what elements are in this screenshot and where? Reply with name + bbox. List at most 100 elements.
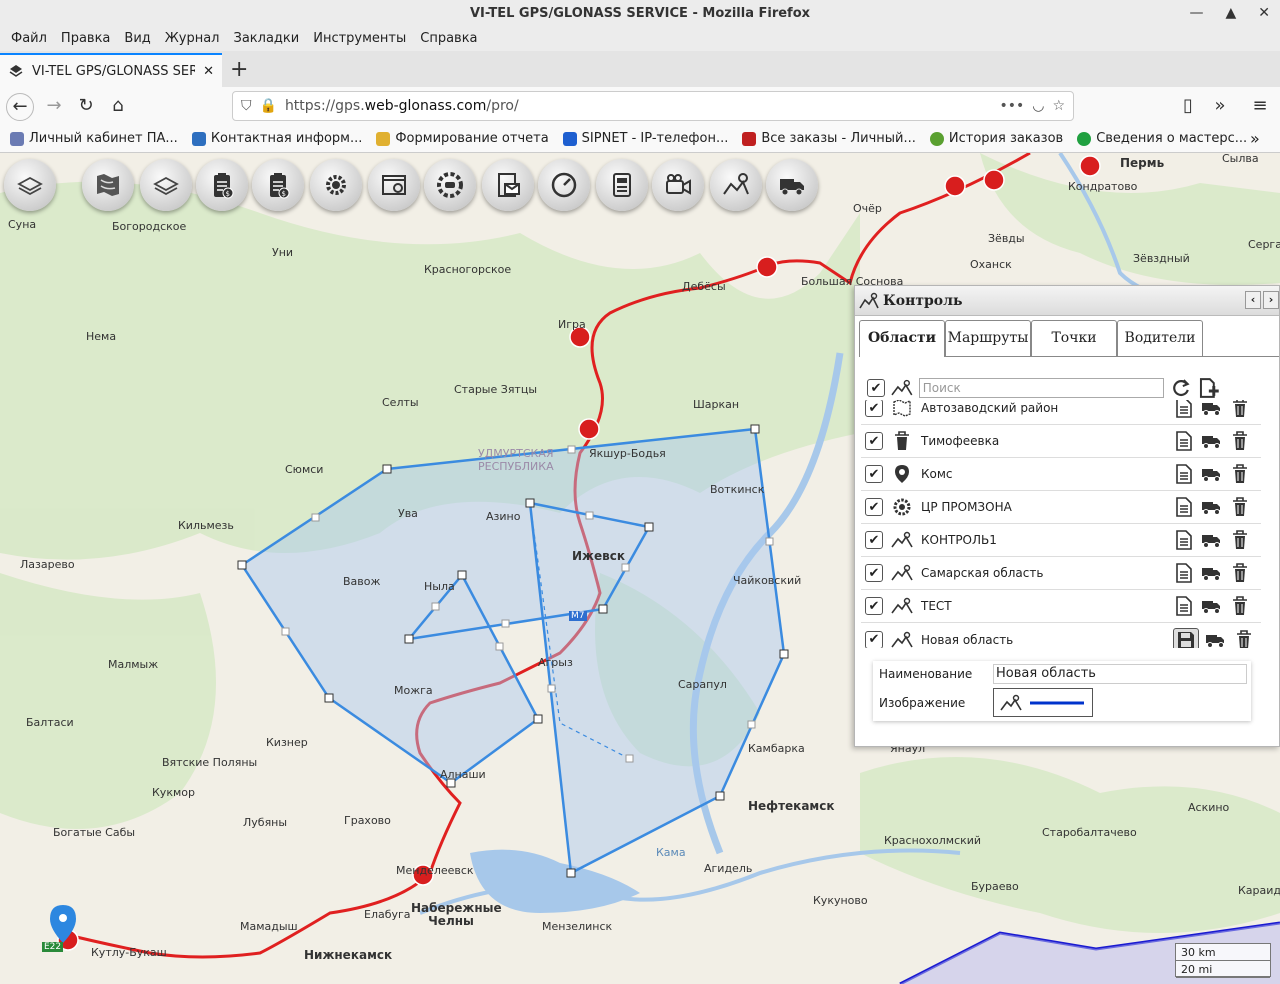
document-icon[interactable] — [1173, 463, 1195, 485]
vehicles-icon[interactable] — [1201, 562, 1223, 584]
area-name-input[interactable]: Новая область — [993, 664, 1247, 684]
report2-icon[interactable]: $ — [252, 159, 304, 211]
mail-icon[interactable] — [482, 159, 534, 211]
pocket-icon[interactable]: ◡ — [1032, 98, 1044, 114]
add-area-icon[interactable] — [1197, 377, 1220, 399]
item-checkbox[interactable]: ✔ — [865, 498, 883, 516]
map-view[interactable]: УДМУРТСКАЯ РЕСПУБЛИКА Пермь Сылва Суна Б… — [0, 153, 1280, 984]
camera-icon[interactable] — [652, 159, 704, 211]
save-icon[interactable] — [1173, 627, 1199, 648]
tab-routes[interactable]: Маршруты — [945, 320, 1031, 356]
vehicles-icon[interactable] — [1201, 496, 1223, 518]
vehicles-icon[interactable] — [1201, 400, 1223, 419]
document-icon[interactable] — [1173, 430, 1195, 452]
browser-tab[interactable]: VI-TEL GPS/GLONASS SERVICE ✕ — [0, 53, 222, 87]
image-style-selector[interactable] — [993, 688, 1093, 717]
menu-edit[interactable]: Правка — [54, 27, 117, 51]
menu-tools[interactable]: Инструменты — [306, 27, 413, 51]
item-checkbox[interactable]: ✔ — [865, 432, 883, 450]
sidebar-icon[interactable]: ▯ — [1174, 93, 1202, 121]
speedometer-icon[interactable] — [538, 159, 590, 211]
new-tab-icon[interactable]: + — [230, 57, 248, 82]
tab-points[interactable]: Точки — [1031, 320, 1117, 356]
maximize-icon[interactable]: ▲ — [1225, 0, 1236, 27]
settings-icon[interactable] — [310, 159, 362, 211]
vehicles-icon[interactable] — [1201, 430, 1223, 452]
bookmark-item[interactable]: Контактная информ... — [191, 131, 362, 146]
bookmark-star-icon[interactable]: ☆ — [1052, 98, 1065, 114]
menu-help[interactable]: Справка — [413, 27, 484, 51]
menu-bookmarks[interactable]: Закладки — [227, 27, 307, 51]
layers-icon[interactable] — [4, 159, 56, 211]
minimize-icon[interactable]: — — [1189, 0, 1203, 27]
lock-icon[interactable]: 🔒 — [260, 98, 277, 114]
geozone-icon[interactable] — [710, 159, 762, 211]
hamburger-menu-icon[interactable]: ≡ — [1246, 93, 1274, 121]
menu-file[interactable]: Файл — [4, 27, 54, 51]
list-item-editing[interactable]: ✔ Новая область — [861, 623, 1261, 648]
tab-areas[interactable]: Области — [859, 320, 945, 357]
tab-close-icon[interactable]: ✕ — [203, 64, 214, 79]
layers2-icon[interactable] — [140, 159, 192, 211]
bookmark-item[interactable]: Личный кабинет ПА... — [10, 131, 178, 146]
trash-icon[interactable] — [1229, 400, 1251, 419]
forward-icon[interactable]: → — [40, 93, 68, 121]
item-checkbox[interactable]: ✔ — [865, 400, 883, 417]
vehicles-icon[interactable] — [1201, 595, 1223, 617]
trash-icon[interactable] — [1229, 430, 1251, 452]
document-icon[interactable] — [1173, 562, 1195, 584]
bookmark-item[interactable]: Все заказы - Личный... — [742, 131, 916, 146]
url-text[interactable]: https://gps.web-glonass.com/pro/ — [285, 98, 992, 114]
close-icon[interactable]: ✕ — [1258, 0, 1270, 27]
device-icon[interactable] — [596, 159, 648, 211]
vehicles-icon[interactable] — [1201, 463, 1223, 485]
tab-drivers[interactable]: Водители — [1117, 320, 1203, 356]
panel-prev-icon[interactable]: ‹ — [1245, 291, 1261, 309]
select-all-checkbox[interactable]: ✔ — [867, 379, 885, 397]
trash-icon[interactable] — [1233, 629, 1255, 648]
item-checkbox[interactable]: ✔ — [865, 531, 883, 549]
document-icon[interactable] — [1173, 496, 1195, 518]
menu-view[interactable]: Вид — [117, 27, 157, 51]
document-icon[interactable] — [1173, 529, 1195, 551]
bookmarks-overflow-icon[interactable]: » — [1250, 129, 1260, 148]
item-checkbox[interactable]: ✔ — [865, 465, 883, 483]
vehicle-settings-icon[interactable] — [424, 159, 476, 211]
list-item[interactable]: ✔ Тимофеевка — [861, 425, 1261, 458]
back-icon[interactable]: ← — [6, 93, 34, 121]
bookmark-item[interactable]: Сведения о мастерс... — [1077, 131, 1247, 146]
search-input[interactable]: Поиск — [918, 378, 1164, 398]
overflow-icon[interactable]: » — [1206, 93, 1234, 121]
item-checkbox[interactable]: ✔ — [865, 630, 883, 648]
map-icon[interactable] — [82, 159, 134, 211]
bookmark-item[interactable]: Формирование отчета — [376, 131, 549, 146]
list-item[interactable]: ✔ Автозаводский район — [861, 400, 1261, 425]
bookmark-item[interactable]: История заказов — [929, 131, 1063, 146]
shield-icon[interactable]: ⛉ — [241, 98, 252, 114]
truck-icon[interactable] — [766, 159, 818, 211]
list-item[interactable]: ✔ Самарская область — [861, 557, 1261, 590]
document-icon[interactable] — [1173, 595, 1195, 617]
bookmark-item[interactable]: SIPNET - IP-телефон... — [562, 131, 728, 146]
menu-history[interactable]: Журнал — [158, 27, 227, 51]
document-icon[interactable] — [1173, 400, 1195, 419]
trash-icon[interactable] — [1229, 562, 1251, 584]
list-item[interactable]: ✔ ЦР ПРОМЗОНА — [861, 491, 1261, 524]
list-item[interactable]: ✔ ТЕСТ — [861, 590, 1261, 623]
vehicles-icon[interactable] — [1205, 629, 1227, 649]
list-item[interactable]: ✔ Комс — [861, 458, 1261, 491]
report-icon[interactable]: $ — [196, 159, 248, 211]
window-settings-icon[interactable] — [368, 159, 420, 211]
item-checkbox[interactable]: ✔ — [865, 564, 883, 582]
home-icon[interactable]: ⌂ — [104, 93, 132, 121]
refresh-icon[interactable] — [1170, 377, 1192, 399]
item-checkbox[interactable]: ✔ — [865, 597, 883, 615]
trash-icon[interactable] — [1229, 595, 1251, 617]
trash-icon[interactable] — [1229, 529, 1251, 551]
trash-icon[interactable] — [1229, 496, 1251, 518]
trash-icon[interactable] — [1229, 463, 1251, 485]
panel-next-icon[interactable]: › — [1263, 291, 1279, 309]
url-bar[interactable]: ⛉ 🔒 https://gps.web-glonass.com/pro/ •••… — [232, 91, 1074, 121]
more-icon[interactable]: ••• — [999, 98, 1024, 114]
list-item[interactable]: ✔ КОНТРОЛЬ1 — [861, 524, 1261, 557]
